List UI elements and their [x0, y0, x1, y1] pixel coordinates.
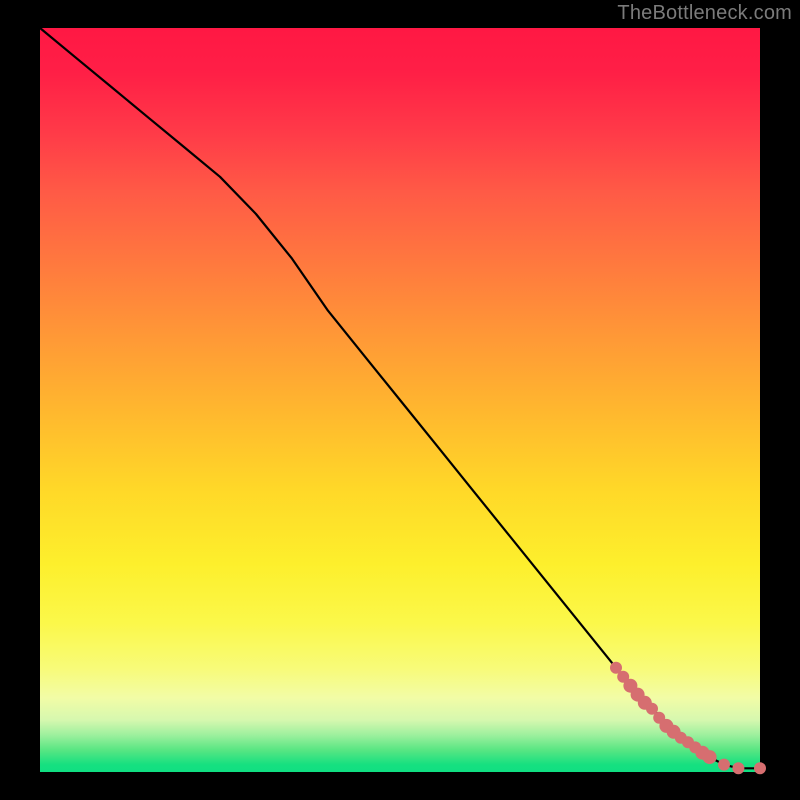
- chart-overlay: [40, 28, 760, 772]
- watermark-label: TheBottleneck.com: [617, 2, 792, 25]
- plot-area: [40, 28, 760, 772]
- bottleneck-curve: [40, 28, 760, 768]
- sample-dot: [703, 750, 717, 764]
- sample-dots-group: [610, 662, 766, 775]
- sample-dot: [754, 762, 766, 774]
- sample-dot: [732, 762, 744, 774]
- chart-frame: TheBottleneck.com: [0, 0, 800, 800]
- sample-dot: [718, 759, 730, 771]
